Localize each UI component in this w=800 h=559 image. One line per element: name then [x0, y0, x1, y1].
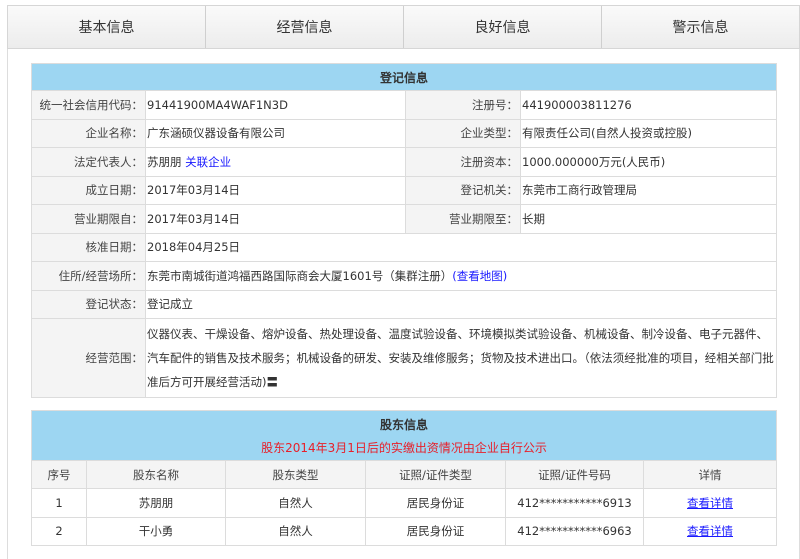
- col-id-type: 证照/证件类型: [365, 460, 506, 489]
- row-type: 自然人: [225, 516, 366, 546]
- related-companies-link[interactable]: 关联企业: [185, 155, 231, 169]
- row-detail-cell: 查看详情: [643, 488, 777, 518]
- legal-rep-value: 苏朋朋: [147, 154, 182, 169]
- authority-label: 登记机关：: [405, 175, 521, 205]
- status-label: 登记状态：: [31, 289, 146, 319]
- scope-value: 仪器仪表、干燥设备、熔炉设备、热处理设备、温度试验设备、环境模拟类试验设备、机械…: [145, 318, 777, 398]
- table-row: 1 苏朋朋 自然人 居民身份证 412***********6913 查看详情: [31, 488, 777, 518]
- col-type: 股东类型: [225, 460, 366, 489]
- row-type: 自然人: [225, 488, 366, 518]
- capital-label: 注册资本：: [405, 147, 521, 177]
- row-id-no: 412***********6963: [505, 516, 644, 546]
- col-name: 股东名称: [86, 460, 226, 489]
- approved-label: 核准日期：: [31, 232, 146, 262]
- reg-no-label: 注册号：: [405, 90, 521, 120]
- registration-table: 登记信息 统一社会信用代码： 91441900MA4WAF1N3D 注册号： 4…: [31, 63, 777, 398]
- row-id-type: 居民身份证: [365, 516, 506, 546]
- company-name-value: 广东涵硕仪器设备有限公司: [145, 118, 406, 148]
- row-no: 1: [31, 488, 87, 518]
- shareholders-title: 股东信息: [379, 417, 428, 432]
- view-detail-link[interactable]: 查看详情: [687, 524, 733, 538]
- tab-bar: 基本信息 经营信息 良好信息 警示信息: [7, 5, 800, 49]
- row-name: 干小勇: [86, 516, 226, 546]
- col-id-no: 证照/证件号码: [505, 460, 644, 489]
- row-name: 苏朋朋: [86, 488, 226, 518]
- tab-warning-info[interactable]: 警示信息: [602, 6, 799, 48]
- shareholders-header: 股东信息 股东2014年3月1日后的实缴出资情况由企业自行公示: [31, 410, 777, 461]
- registration-title: 登记信息: [31, 63, 777, 91]
- view-map-link[interactable]: (查看地图): [452, 269, 507, 283]
- capital-value: 1000.000000万元(人民币): [520, 147, 777, 177]
- reg-no-value: 441900003811276: [520, 90, 777, 120]
- row-detail-cell: 查看详情: [643, 516, 777, 546]
- company-type-label: 企业类型：: [405, 118, 521, 148]
- table-row: 2 干小勇 自然人 居民身份证 412***********6963 查看详情: [31, 516, 777, 546]
- credit-code-value: 91441900MA4WAF1N3D: [145, 90, 406, 120]
- scope-label: 经营范围：: [31, 318, 146, 398]
- row-no: 2: [31, 516, 87, 546]
- term-to-value: 长期: [520, 204, 777, 234]
- col-no: 序号: [31, 460, 87, 489]
- term-from-label: 营业期限自：: [31, 204, 146, 234]
- tab-business-info[interactable]: 经营信息: [206, 6, 404, 48]
- tab-good-info[interactable]: 良好信息: [404, 6, 602, 48]
- row-id-no: 412***********6913: [505, 488, 644, 518]
- legal-rep-cell: 苏朋朋 关联企业: [145, 147, 406, 177]
- authority-value: 东莞市工商行政管理局: [520, 175, 777, 205]
- address-cell: 东莞市南城街道鸿福西路国际商会大厦1601号（集群注册）(查看地图): [145, 261, 777, 291]
- status-value: 登记成立: [145, 289, 777, 319]
- company-name-label: 企业名称：: [31, 118, 146, 148]
- legal-rep-label: 法定代表人：: [31, 147, 146, 177]
- shareholders-table: 股东信息 股东2014年3月1日后的实缴出资情况由企业自行公示 序号 股东名称 …: [31, 410, 777, 546]
- term-from-value: 2017年03月14日: [145, 204, 406, 234]
- address-value: 东莞市南城街道鸿福西路国际商会大厦1601号（集群注册）: [147, 268, 453, 283]
- view-detail-link[interactable]: 查看详情: [687, 496, 733, 510]
- shareholders-notice: 股东2014年3月1日后的实缴出资情况由企业自行公示: [261, 440, 547, 455]
- row-id-type: 居民身份证: [365, 488, 506, 518]
- approved-value: 2018年04月25日: [145, 232, 777, 262]
- term-to-label: 营业期限至：: [405, 204, 521, 234]
- company-type-value: 有限责任公司(自然人投资或控股): [520, 118, 777, 148]
- tab-basic-info[interactable]: 基本信息: [8, 6, 206, 48]
- credit-code-label: 统一社会信用代码：: [31, 90, 146, 120]
- founded-value: 2017年03月14日: [145, 175, 406, 205]
- address-label: 住所/经营场所：: [31, 261, 146, 291]
- founded-label: 成立日期：: [31, 175, 146, 205]
- col-detail: 详情: [643, 460, 777, 489]
